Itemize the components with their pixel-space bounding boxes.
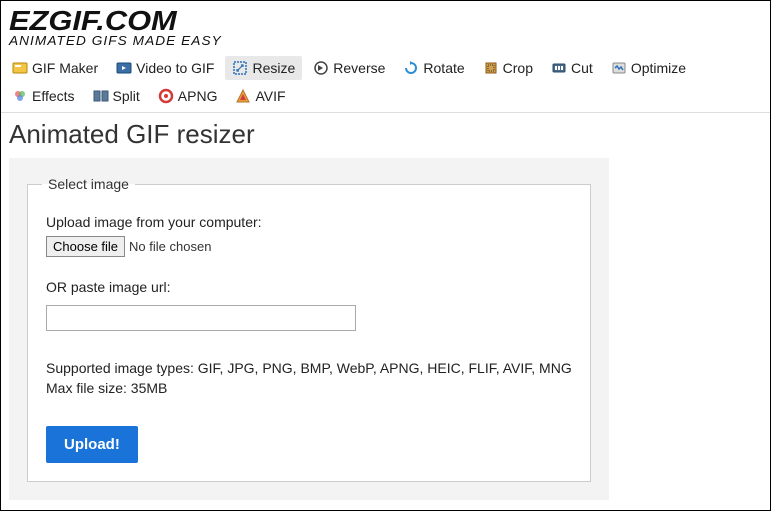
nav-crop[interactable]: Crop: [476, 56, 540, 80]
supported-types-text: Supported image types: GIF, JPG, PNG, BM…: [46, 359, 572, 379]
url-input[interactable]: [46, 305, 356, 331]
nav-label: Reverse: [333, 60, 385, 76]
nav-label: Cut: [571, 60, 593, 76]
cut-icon: [551, 60, 567, 76]
nav-label: AVIF: [255, 88, 285, 104]
nav-video-to-gif[interactable]: Video to GIF: [109, 56, 221, 80]
crop-icon: [483, 60, 499, 76]
upload-panel: Select image Upload image from your comp…: [9, 158, 609, 500]
nav-resize[interactable]: Resize: [225, 56, 302, 80]
file-status-text: No file chosen: [129, 239, 211, 254]
nav-label: APNG: [178, 88, 218, 104]
nav-rotate[interactable]: Rotate: [396, 56, 471, 80]
page-title: Animated GIF resizer: [9, 119, 762, 150]
upload-label: Upload image from your computer:: [46, 214, 572, 230]
logo-subtitle: ANIMATED GIFS MADE EASY: [9, 33, 771, 48]
nav-split[interactable]: Split: [86, 84, 147, 108]
avif-icon: [235, 88, 251, 104]
nav-gif-maker[interactable]: GIF Maker: [5, 56, 105, 80]
file-input-row: Choose file No file chosen: [46, 236, 572, 257]
site-header: EZGIF.COM ANIMATED GIFS MADE EASY: [1, 1, 770, 50]
nav-label: Video to GIF: [136, 60, 214, 76]
optimize-icon: [611, 60, 627, 76]
url-label: OR paste image url:: [46, 279, 572, 295]
gif-maker-icon: [12, 60, 28, 76]
nav-avif[interactable]: AVIF: [228, 84, 292, 108]
main-content: Animated GIF resizer Select image Upload…: [1, 113, 770, 506]
resize-icon: [232, 60, 248, 76]
nav-apng[interactable]: APNG: [151, 84, 225, 108]
nav-label: Optimize: [631, 60, 686, 76]
rotate-icon: [403, 60, 419, 76]
video-icon: [116, 60, 132, 76]
nav-optimize[interactable]: Optimize: [604, 56, 693, 80]
upload-button[interactable]: Upload!: [46, 426, 138, 463]
select-image-fieldset: Select image Upload image from your comp…: [27, 176, 591, 482]
nav-reverse[interactable]: Reverse: [306, 56, 392, 80]
main-nav: GIF Maker Video to GIF Resize Reverse Ro…: [1, 50, 770, 113]
nav-cut[interactable]: Cut: [544, 56, 600, 80]
nav-label: Effects: [32, 88, 75, 104]
split-icon: [93, 88, 109, 104]
nav-label: GIF Maker: [32, 60, 98, 76]
fieldset-legend: Select image: [42, 176, 135, 192]
nav-label: Rotate: [423, 60, 464, 76]
reverse-icon: [313, 60, 329, 76]
apng-icon: [158, 88, 174, 104]
effects-icon: [12, 88, 28, 104]
nav-label: Split: [113, 88, 140, 104]
nav-label: Crop: [503, 60, 533, 76]
max-size-text: Max file size: 35MB: [46, 379, 572, 399]
choose-file-button[interactable]: Choose file: [46, 236, 125, 257]
nav-label: Resize: [252, 60, 295, 76]
nav-effects[interactable]: Effects: [5, 84, 82, 108]
